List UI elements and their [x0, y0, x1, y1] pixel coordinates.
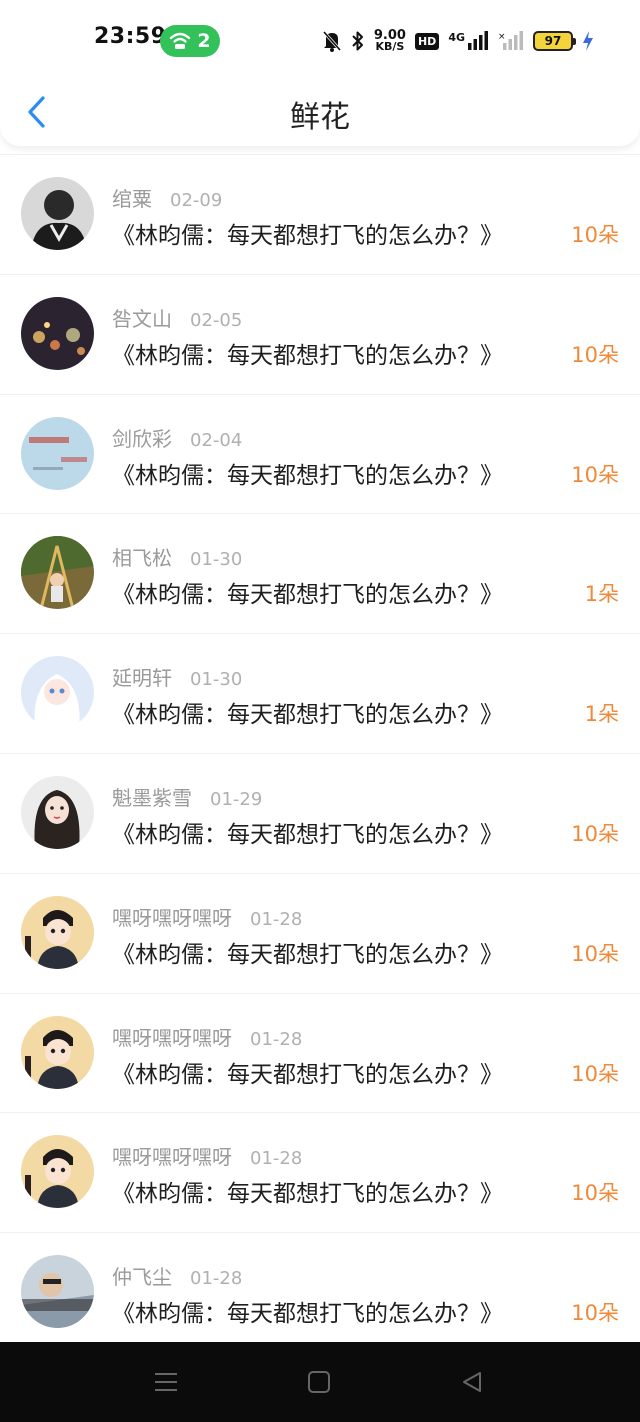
article-title[interactable]: 《林昀儒：每天都想打飞的怎么办？》: [112, 935, 503, 969]
page-title: 鲜花: [290, 100, 350, 135]
battery-level: 97: [544, 34, 562, 48]
flower-count: 10朵: [571, 342, 619, 367]
flower-count: 1朵: [584, 702, 619, 727]
date: 01-30: [190, 669, 243, 691]
name-line: 仲飞尘 01-28: [112, 1261, 242, 1290]
recent-apps-button[interactable]: [146, 1364, 186, 1400]
net-speed-unit: KB/S: [375, 40, 405, 53]
name-line: 延明轩 01-30: [112, 662, 242, 691]
list-item[interactable]: 咎文山 02-05 《林昀儒：每天都想打飞的怎么办？》 10朵: [0, 273, 640, 394]
date: 02-04: [190, 429, 243, 451]
name-line: 咎文山 02-05: [112, 303, 242, 332]
status-icons: 9.00 KB/S HD 4G × 97: [322, 24, 594, 58]
date: 02-05: [190, 309, 243, 331]
home-square-icon: [308, 1371, 330, 1393]
name-line: 魁墨紫雪 01-29: [112, 782, 262, 811]
article-title[interactable]: 《林昀儒：每天都想打飞的怎么办？》: [112, 575, 503, 609]
flower-count: 10朵: [571, 941, 619, 966]
article-title[interactable]: 《林昀儒：每天都想打飞的怎么办？》: [112, 1294, 503, 1328]
user-name[interactable]: 咎文山: [112, 303, 172, 332]
article-title[interactable]: 《林昀儒：每天都想打飞的怎么办？》: [112, 456, 503, 490]
battery: 97: [533, 31, 576, 51]
date: 02-09: [170, 190, 223, 211]
article-title[interactable]: 《林昀儒：每天都想打飞的怎么办？》: [112, 216, 503, 250]
name-line: 嘿呀嘿呀嘿呀 01-28: [112, 1022, 302, 1051]
menu-icon: [155, 1373, 177, 1391]
name-line: 嘿呀嘿呀嘿呀 01-28: [112, 902, 302, 931]
list-item[interactable]: 相飞松 01-30 《林昀儒：每天都想打飞的怎么办？》 1朵: [0, 513, 640, 633]
user-name[interactable]: 绾粟: [112, 183, 152, 212]
list-item[interactable]: 嘿呀嘿呀嘿呀 01-28 《林昀儒：每天都想打飞的怎么办？》 10朵: [0, 992, 640, 1113]
avatar[interactable]: [21, 775, 94, 849]
signal-icon-secondary: ×: [498, 31, 523, 50]
system-nav-bar: [0, 1342, 640, 1422]
list-item[interactable]: 绾粟 02-09 《林昀儒：每天都想打飞的怎么办？》 10朵: [0, 154, 640, 274]
hotspot-pill[interactable]: 2: [160, 25, 220, 57]
avatar[interactable]: [21, 536, 94, 610]
name-line: 嘿呀嘿呀嘿呀 01-28: [112, 1141, 302, 1170]
flower-count: 10朵: [571, 1301, 619, 1326]
user-name[interactable]: 魁墨紫雪: [112, 782, 192, 811]
back-nav-button[interactable]: [452, 1364, 492, 1400]
charging-icon: [583, 31, 593, 51]
name-line: 相飞松 01-30: [112, 542, 242, 571]
hotspot-count: 2: [197, 30, 211, 52]
user-name[interactable]: 剑欣彩: [112, 423, 172, 452]
net-speed: 9.00 KB/S: [374, 29, 406, 53]
name-line: 绾粟 02-09: [112, 183, 222, 212]
user-name[interactable]: 嘿呀嘿呀嘿呀: [112, 1141, 232, 1170]
avatar[interactable]: [21, 1015, 94, 1089]
avatar[interactable]: [21, 416, 94, 490]
flower-count: 10朵: [571, 462, 619, 487]
back-triangle-icon: [463, 1372, 481, 1392]
user-name[interactable]: 仲飞尘: [112, 1261, 172, 1290]
date: 01-30: [190, 549, 243, 571]
avatar[interactable]: [21, 656, 94, 730]
flower-list: 绾粟 02-09 《林昀儒：每天都想打飞的怎么办？》 10朵 咎文山 02-05 《林昀儒：…: [0, 154, 640, 1352]
user-name[interactable]: 嘿呀嘿呀嘿呀: [112, 1022, 232, 1051]
flower-count: 10朵: [571, 223, 619, 247]
list-item[interactable]: 嘿呀嘿呀嘿呀 01-28 《林昀儒：每天都想打飞的怎么办？》 10朵: [0, 1112, 640, 1232]
date: 01-28: [250, 1148, 303, 1170]
list-item[interactable]: 延明轩 01-30 《林昀儒：每天都想打飞的怎么办？》 1朵: [0, 633, 640, 753]
network-label: 4G: [448, 31, 465, 44]
avatar[interactable]: [21, 1135, 94, 1209]
article-title[interactable]: 《林昀儒：每天都想打飞的怎么办？》: [112, 336, 503, 370]
name-line: 剑欣彩 02-04: [112, 423, 242, 452]
bluetooth-icon: [352, 31, 363, 51]
flower-count: 1朵: [584, 582, 619, 607]
signal-4g: 4G: [448, 31, 489, 51]
status-bar: 23:59 2 9.00 KB/S HD 4G × 97: [0, 0, 640, 80]
signal-icon: [468, 31, 488, 50]
list-item[interactable]: 仲飞尘 01-28 《林昀儒：每天都想打飞的怎么办？》 10朵: [0, 1232, 640, 1352]
list-item[interactable]: 嘿呀嘿呀嘿呀 01-28 《林昀儒：每天都想打飞的怎么办？》 10朵: [0, 872, 640, 993]
avatar[interactable]: [21, 296, 94, 370]
header: 鲜花: [0, 80, 640, 146]
date: 01-28: [250, 1028, 303, 1050]
article-title[interactable]: 《林昀儒：每天都想打飞的怎么办？》: [112, 695, 503, 729]
article-title[interactable]: 《林昀儒：每天都想打飞的怎么办？》: [112, 815, 503, 849]
avatar[interactable]: [21, 895, 94, 969]
list-item[interactable]: 魁墨紫雪 01-29 《林昀儒：每天都想打飞的怎么办？》 10朵: [0, 752, 640, 873]
hd-badge: HD: [414, 32, 440, 50]
flower-count: 10朵: [571, 821, 619, 846]
flower-count: 10朵: [571, 1061, 619, 1086]
svg-text:×: ×: [498, 32, 506, 42]
avatar[interactable]: [21, 1255, 94, 1329]
date: 01-28: [250, 908, 303, 930]
article-title[interactable]: 《林昀儒：每天都想打飞的怎么办？》: [112, 1174, 503, 1208]
avatar[interactable]: [21, 177, 94, 250]
status-time: 23:59: [94, 24, 167, 49]
wifi-hotspot-icon: [170, 32, 191, 49]
flower-count: 10朵: [571, 1181, 619, 1206]
list-item[interactable]: 剑欣彩 02-04 《林昀儒：每天都想打飞的怎么办？》 10朵: [0, 393, 640, 514]
date: 01-28: [190, 1268, 243, 1290]
date: 01-29: [210, 788, 263, 810]
user-name[interactable]: 嘿呀嘿呀嘿呀: [112, 902, 232, 931]
user-name[interactable]: 相飞松: [112, 542, 172, 571]
mute-bell-icon: [322, 31, 342, 52]
article-title[interactable]: 《林昀儒：每天都想打飞的怎么办？》: [112, 1055, 503, 1089]
home-button[interactable]: [299, 1364, 339, 1400]
user-name[interactable]: 延明轩: [112, 662, 172, 691]
